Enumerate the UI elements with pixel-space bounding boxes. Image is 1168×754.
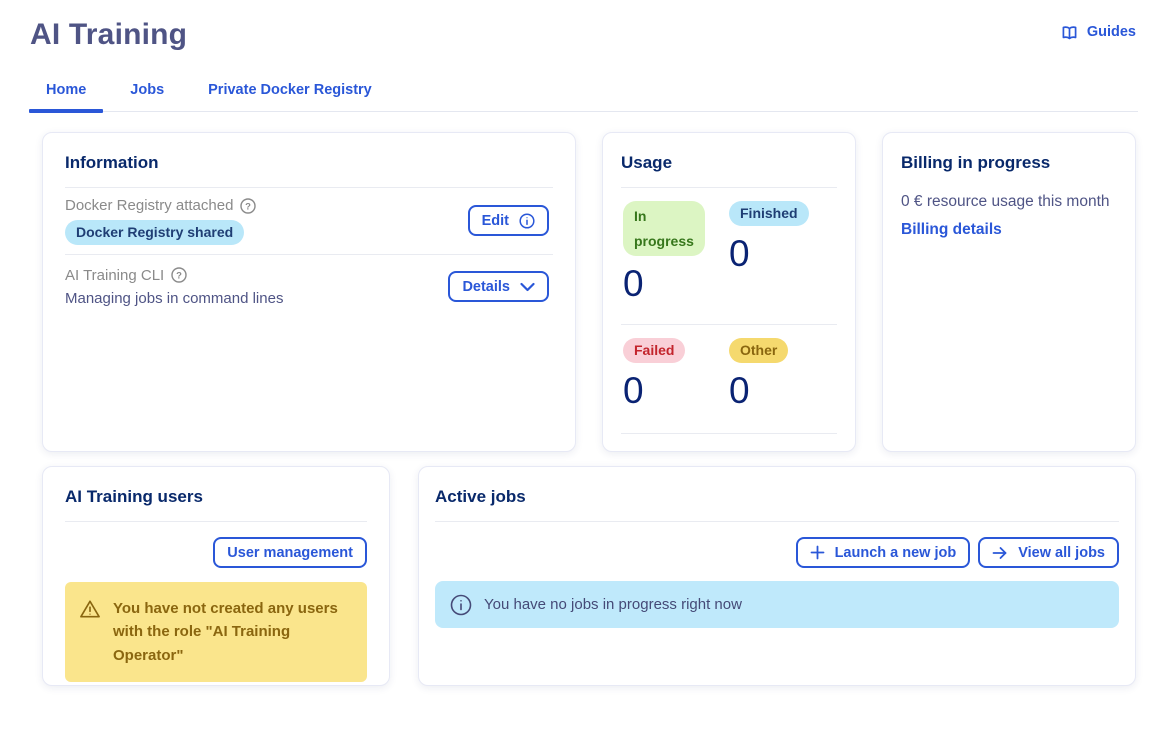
info-circle-icon [519, 213, 535, 229]
users-card-title: AI Training users [65, 487, 367, 507]
chevron-down-icon [520, 282, 535, 292]
docker-registry-row: Docker Registry attached ? Docker Regist… [65, 188, 553, 255]
arrow-right-icon [992, 546, 1008, 560]
ai-training-cli-info: AI Training CLI ? Managing jobs in comma… [65, 267, 283, 307]
billing-details-link[interactable]: Billing details [901, 221, 1002, 239]
details-button[interactable]: Details [448, 271, 549, 302]
other-value: 0 [729, 372, 750, 409]
guides-link[interactable]: Guides [1061, 24, 1136, 40]
no-jobs-info-banner: You have no jobs in progress right now [435, 581, 1119, 628]
active-jobs-card-title: Active jobs [435, 487, 1119, 507]
plus-icon [810, 545, 825, 560]
divider [435, 521, 1119, 522]
ai-training-cli-row: AI Training CLI ? Managing jobs in comma… [65, 255, 553, 319]
divider [65, 521, 367, 522]
active-jobs-button-row: Launch a new job View all jobs [435, 537, 1119, 568]
view-all-jobs-label: View all jobs [1018, 545, 1105, 561]
edit-button[interactable]: Edit [468, 205, 549, 236]
cards-row-1: Information Docker Registry attached ? [42, 132, 1138, 452]
ai-training-page: AI Training Guides Home Jobs Private Doc… [0, 0, 1168, 686]
other-badge: Other [729, 338, 788, 363]
tab-private-docker-registry[interactable]: Private Docker Registry [208, 76, 372, 111]
usage-stat-finished: Finished 0 [729, 201, 835, 324]
users-button-row: User management [65, 537, 367, 568]
in-progress-value: 0 [623, 265, 644, 302]
usage-card: Usage In progress 0 Finished 0 Failed [602, 132, 856, 452]
launch-new-job-label: Launch a new job [835, 545, 957, 561]
usage-stat-other: Other 0 [729, 338, 835, 433]
ai-training-cli-label: AI Training CLI [65, 267, 164, 284]
cards-area: Information Docker Registry attached ? [30, 132, 1138, 686]
launch-new-job-button[interactable]: Launch a new job [796, 537, 971, 568]
tab-jobs[interactable]: Jobs [130, 76, 164, 111]
edit-button-label: Edit [482, 213, 509, 229]
help-circle-icon[interactable]: ? [240, 198, 256, 214]
billing-card: Billing in progress 0 € resource usage t… [882, 132, 1136, 452]
view-all-jobs-button[interactable]: View all jobs [978, 537, 1119, 568]
information-card-title: Information [65, 153, 553, 173]
ai-training-cli-description: Managing jobs in command lines [65, 290, 283, 307]
usage-stat-in-progress: In progress 0 [623, 201, 701, 324]
billing-card-title: Billing in progress [901, 153, 1117, 173]
page-title: AI Training [30, 18, 187, 52]
no-jobs-banner-text: You have no jobs in progress right now [484, 596, 742, 613]
guides-label: Guides [1087, 24, 1136, 40]
users-warning-text: You have not created any users with the … [113, 597, 353, 667]
usage-stat-failed: Failed 0 [623, 338, 729, 433]
svg-text:?: ? [246, 201, 252, 212]
finished-badge: Finished [729, 201, 809, 226]
user-management-button-label: User management [227, 545, 353, 561]
docker-registry-info: Docker Registry attached ? Docker Regist… [65, 197, 256, 245]
details-button-label: Details [462, 279, 510, 295]
docker-registry-badge: Docker Registry shared [65, 220, 244, 245]
finished-value: 0 [729, 235, 750, 272]
warning-triangle-icon [79, 597, 101, 619]
failed-value: 0 [623, 372, 644, 409]
tab-home[interactable]: Home [46, 76, 86, 111]
topbar: AI Training Guides [30, 14, 1138, 52]
information-card: Information Docker Registry attached ? [42, 132, 576, 452]
ai-training-cli-label-line: AI Training CLI ? [65, 267, 283, 284]
failed-badge: Failed [623, 338, 685, 363]
docker-registry-label-line: Docker Registry attached ? [65, 197, 256, 214]
billing-usage-text: 0 € resource usage this month [901, 193, 1117, 211]
help-circle-icon[interactable]: ? [171, 267, 187, 283]
users-warning-alert: You have not created any users with the … [65, 582, 367, 682]
in-progress-badge: In progress [623, 201, 705, 256]
book-icon [1061, 25, 1078, 40]
usage-card-title: Usage [621, 153, 837, 173]
usage-section-bottom: Failed 0 Other 0 [621, 325, 837, 434]
svg-text:?: ? [176, 271, 182, 282]
cards-row-2: AI Training users User management [42, 466, 1138, 686]
info-circle-icon [450, 594, 472, 616]
tab-bar: Home Jobs Private Docker Registry [30, 76, 1138, 112]
active-jobs-card: Active jobs Launch a new job [418, 466, 1136, 686]
docker-registry-label: Docker Registry attached [65, 197, 233, 214]
usage-section-top: In progress 0 Finished 0 [621, 188, 837, 325]
users-card: AI Training users User management [42, 466, 390, 686]
user-management-button[interactable]: User management [213, 537, 367, 568]
